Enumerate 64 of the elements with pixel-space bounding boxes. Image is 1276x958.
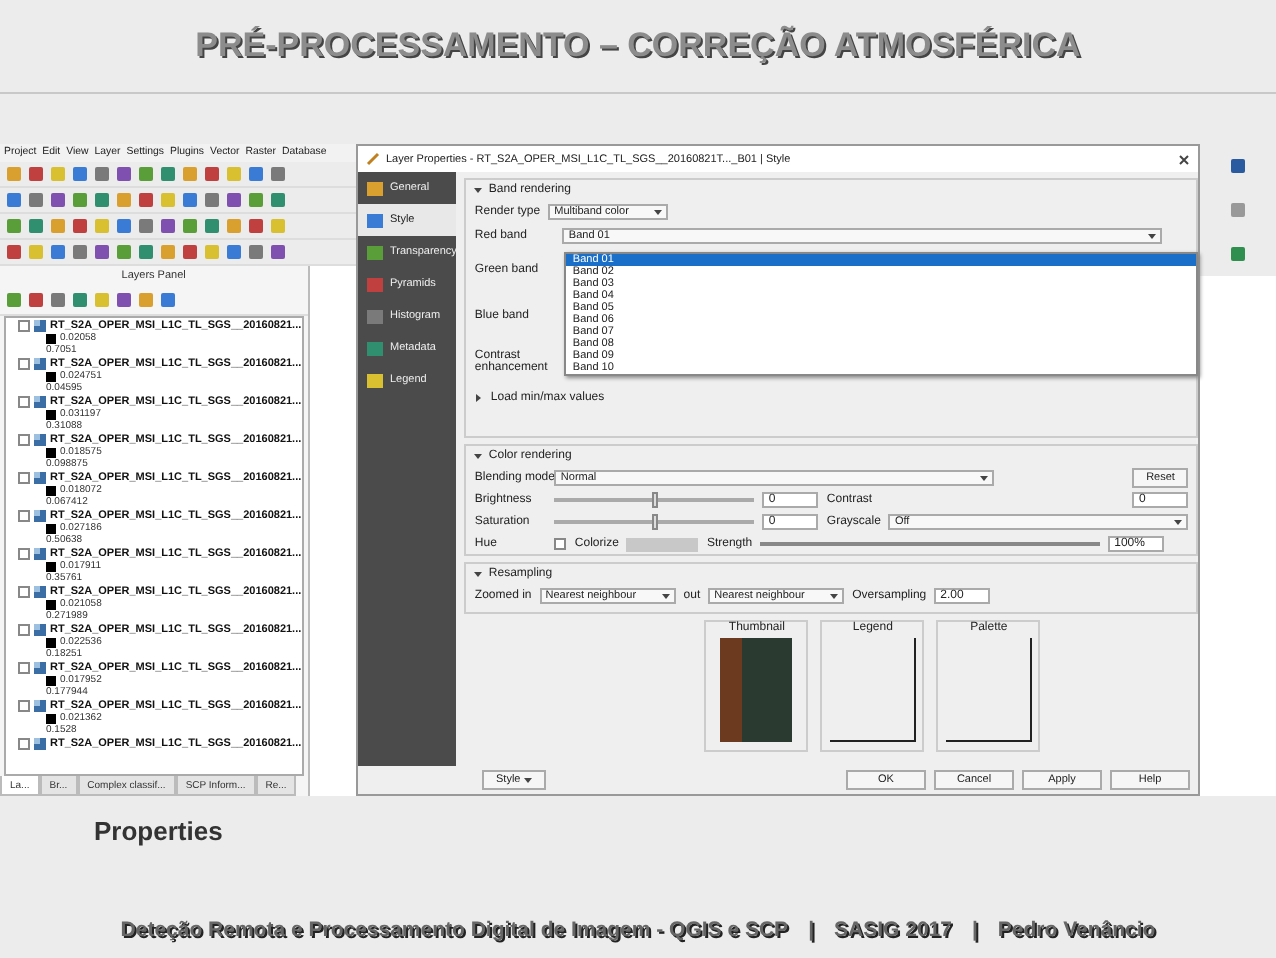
footer-text: Deteção Remota e Processamento Digital de Imagem - QGIS e SCP xyxy=(120,918,789,942)
checkbox[interactable] xyxy=(18,699,30,712)
checkbox[interactable] xyxy=(18,471,30,484)
caret-icon xyxy=(661,591,670,599)
caret-icon xyxy=(474,452,483,460)
raster-icon xyxy=(34,585,46,598)
raster-icon xyxy=(34,547,46,560)
footer-text: | xyxy=(971,918,978,942)
raster-icon xyxy=(34,699,46,712)
caret-icon xyxy=(524,776,533,784)
slide-caption: Properties xyxy=(94,816,223,846)
color-swatch xyxy=(46,561,56,572)
color-swatch xyxy=(46,371,56,382)
color-swatch xyxy=(46,713,56,724)
checkbox[interactable] xyxy=(554,538,567,550)
tool-icon[interactable] xyxy=(1230,202,1246,218)
raster-icon xyxy=(34,471,46,484)
caret-icon xyxy=(1148,231,1157,239)
color-swatch xyxy=(46,409,56,420)
raster-icon xyxy=(34,357,46,370)
preview-area xyxy=(945,638,1032,742)
slide-title: PRÉ-PROCESSAMENTO – CORREÇÃO ATMOSFÉRICA xyxy=(195,26,1081,66)
raster-icon xyxy=(34,395,46,408)
footer-text: Pedro Venâncio xyxy=(997,918,1156,942)
raster-icon xyxy=(34,623,46,636)
tool-icon[interactable] xyxy=(1230,158,1246,174)
caret-icon xyxy=(980,473,989,481)
caret-icon xyxy=(474,393,483,401)
color-swatch xyxy=(46,675,56,686)
footer-text: | xyxy=(808,918,815,942)
image-thumbnail xyxy=(720,638,793,742)
raster-icon xyxy=(34,509,46,522)
color-swatch xyxy=(46,485,56,496)
color-swatch xyxy=(46,523,56,534)
checkbox[interactable] xyxy=(18,737,30,750)
checkbox[interactable] xyxy=(18,395,30,408)
caret-icon xyxy=(1174,518,1183,526)
color-swatch xyxy=(46,447,56,458)
checkbox[interactable] xyxy=(18,357,30,370)
checkbox[interactable] xyxy=(18,433,30,446)
caret-icon xyxy=(474,186,483,194)
close-icon[interactable] xyxy=(1178,153,1190,165)
caret-icon xyxy=(654,207,663,215)
raster-icon xyxy=(34,737,46,750)
color-swatch xyxy=(46,637,56,648)
tool-icon[interactable] xyxy=(1230,246,1246,262)
checkbox[interactable] xyxy=(18,509,30,522)
raster-icon xyxy=(34,433,46,446)
checkbox[interactable] xyxy=(18,319,30,332)
caret-icon xyxy=(474,570,483,578)
color-swatch xyxy=(46,333,56,344)
checkbox[interactable] xyxy=(18,547,30,560)
preview-area xyxy=(829,638,916,742)
footer-text: SASIG 2017 xyxy=(834,918,952,942)
checkbox[interactable] xyxy=(18,661,30,674)
slider-thumb[interactable] xyxy=(651,514,658,530)
raster-icon xyxy=(34,661,46,674)
caret-icon xyxy=(830,591,839,599)
raster-icon xyxy=(34,319,46,332)
checkbox[interactable] xyxy=(18,623,30,636)
slider-thumb[interactable] xyxy=(651,492,658,508)
color-button[interactable] xyxy=(626,537,699,551)
checkbox[interactable] xyxy=(18,585,30,598)
color-swatch xyxy=(46,599,56,610)
